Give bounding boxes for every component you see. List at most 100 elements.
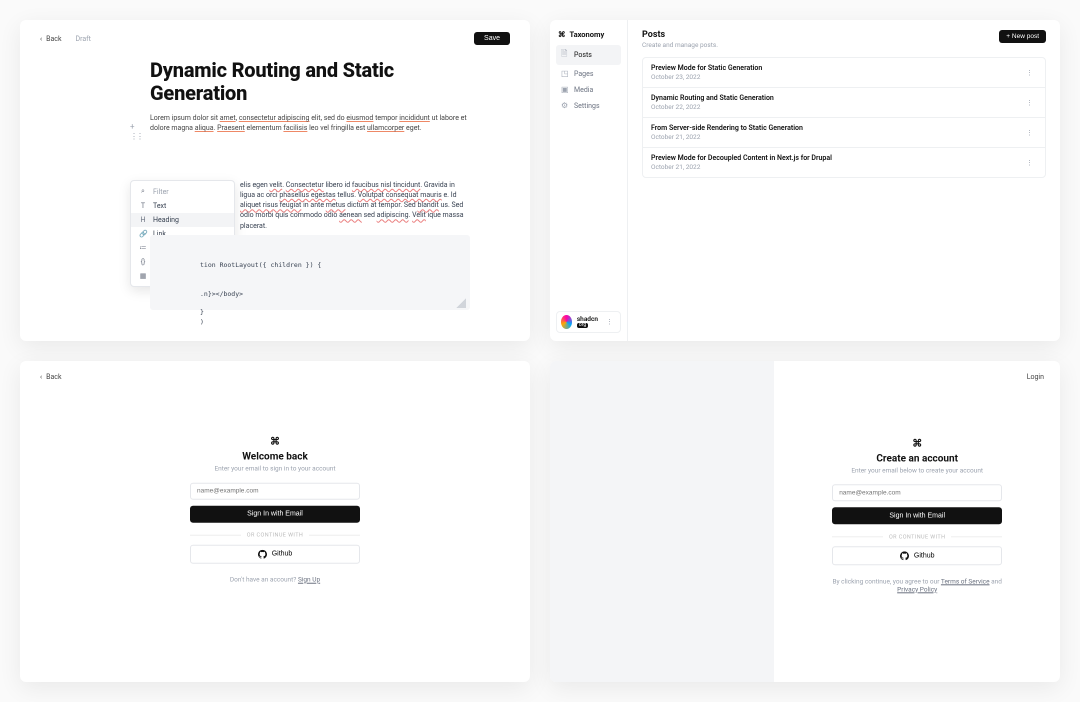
signup-screenshot: Login ⌘ Create an account Enter your ema…	[550, 361, 1060, 682]
brand[interactable]: ⌘ Taxonomy	[556, 28, 621, 45]
divider-label: OR CONTINUE WITH	[889, 534, 945, 540]
post-date: October 21, 2022	[651, 163, 832, 171]
search-icon: ⌕	[139, 187, 147, 196]
post-title: From Server-side Rendering to Static Gen…	[651, 124, 803, 132]
back-button[interactable]: ‹ Back	[40, 35, 62, 43]
signin-screenshot: ‹ Back ⌘ Welcome back Enter your email t…	[20, 361, 530, 682]
save-button[interactable]: Save	[474, 32, 510, 45]
more-vertical-icon[interactable]: ⋮	[603, 318, 616, 326]
github-icon	[258, 549, 267, 558]
signin-footer: Don't have an account? Sign Up	[190, 575, 360, 583]
add-block-icon[interactable]: +	[130, 123, 142, 131]
post-row[interactable]: Preview Mode for Static GenerationOctobe…	[643, 58, 1045, 88]
github-label: Github	[272, 550, 293, 557]
github-button[interactable]: Github	[190, 544, 360, 563]
signin-title: Welcome back	[190, 451, 360, 462]
privacy-link[interactable]: Privacy Policy	[897, 585, 937, 593]
post-title: Preview Mode for Decoupled Content in Ne…	[651, 154, 832, 162]
sidebar-item-label: Pages	[574, 70, 593, 78]
user-card[interactable]: shadcn org ⋮	[556, 311, 621, 333]
text-icon: T	[139, 202, 147, 210]
code-text[interactable]: tion RootLayout({ children }) { .n}></bo…	[200, 261, 420, 327]
github-icon	[900, 551, 909, 560]
paragraph-continuation[interactable]: elis egen velit. Consectetur libero id f…	[240, 180, 470, 231]
page-subtitle: Create and manage posts.	[642, 41, 718, 49]
sidebar: ⌘ Taxonomy 🗎 Posts ◳ Pages ▣Media ⚙ Settings s…	[550, 20, 628, 341]
signup-form: ⌘ Create an account Enter your email bel…	[832, 438, 1002, 593]
post-date: October 22, 2022	[651, 103, 774, 111]
table-icon: ▦	[139, 272, 147, 280]
sidebar-item-posts[interactable]: 🗎 Posts	[556, 45, 621, 65]
brand-label: Taxonomy	[570, 30, 605, 39]
posts-list: Preview Mode for Static GenerationOctobe…	[642, 57, 1046, 178]
status-text: Draft	[76, 35, 91, 43]
sidebar-item-label: Settings	[574, 102, 600, 110]
post-title[interactable]: Dynamic Routing and Static Generation	[150, 59, 470, 105]
heading-icon: H	[139, 216, 147, 224]
signup-link[interactable]: Sign Up	[298, 575, 320, 583]
post-title: Dynamic Routing and Static Generation	[651, 94, 774, 102]
sidebar-item-media[interactable]: ▣Media	[556, 82, 621, 97]
command-icon: ⌘	[558, 30, 566, 39]
link-icon: 🔗	[139, 230, 147, 238]
email-input[interactable]	[190, 482, 360, 499]
editor-screenshot: ‹ Back Draft Save Dynamic Routing and St…	[20, 20, 530, 341]
dashboard-screenshot: ⌘ Taxonomy 🗎 Posts ◳ Pages ▣Media ⚙ Settings s…	[550, 20, 1060, 341]
editor-topbar: ‹ Back Draft Save	[20, 20, 530, 45]
auth-divider: OR CONTINUE WITH	[832, 534, 1002, 540]
sidebar-nav: 🗎 Posts ◳ Pages ▣Media ⚙ Settings	[556, 45, 621, 113]
page-title: Posts	[642, 30, 718, 40]
tos-link[interactable]: Terms of Service	[941, 577, 990, 585]
signup-side-panel	[550, 361, 774, 682]
avatar	[561, 315, 572, 329]
command-icon: ⌘	[832, 438, 1002, 449]
sidebar-item-pages[interactable]: ◳ Pages	[556, 66, 621, 81]
login-link[interactable]: Login	[1027, 373, 1044, 381]
more-vertical-icon[interactable]: ⋮	[1022, 157, 1037, 169]
post-paragraph[interactable]: Lorem ipsum dolor sit amet, consectetur …	[150, 113, 470, 133]
footer-pre: Don't have an account?	[230, 575, 298, 583]
email-input[interactable]	[832, 484, 1002, 501]
footer-and: and	[990, 577, 1002, 585]
block-gutter: + ⋮⋮	[130, 123, 142, 141]
pages-icon: ◳	[561, 69, 569, 78]
sidebar-item-label: Posts	[574, 51, 592, 59]
post-date: October 21, 2022	[651, 133, 803, 141]
signup-title: Create an account	[832, 453, 1002, 464]
back-label: Back	[46, 373, 61, 381]
signup-email-button[interactable]: Sign In with Email	[832, 507, 1002, 524]
new-post-button[interactable]: + New post	[999, 30, 1046, 43]
code-block[interactable]: tion RootLayout({ children }) { .n}></bo…	[150, 235, 470, 310]
chevron-left-icon: ‹	[40, 35, 42, 43]
code-icon: {}	[139, 258, 147, 266]
resize-handle-icon[interactable]	[456, 298, 466, 308]
footer-pre: By clicking continue, you agree to our	[832, 577, 940, 585]
user-badge: org	[577, 323, 588, 329]
signin-email-button[interactable]: Sign In with Email	[190, 505, 360, 522]
drag-handle-icon[interactable]: ⋮⋮	[130, 133, 142, 141]
post-row[interactable]: Dynamic Routing and Static GenerationOct…	[643, 88, 1045, 118]
command-icon: ⌘	[190, 436, 360, 447]
posts-icon: 🗎	[561, 48, 569, 62]
post-row[interactable]: Preview Mode for Decoupled Content in Ne…	[643, 148, 1045, 177]
divider-label: OR CONTINUE WITH	[247, 532, 303, 538]
post-title: Preview Mode for Static Generation	[651, 64, 762, 72]
more-vertical-icon[interactable]: ⋮	[1022, 127, 1037, 139]
signin-subtitle: Enter your email to sign in to your acco…	[190, 464, 360, 472]
editor-content-area[interactable]: elis egen velit. Consectetur libero id f…	[150, 180, 470, 310]
auth-divider: OR CONTINUE WITH	[190, 532, 360, 538]
main-content: Posts Create and manage posts. + New pos…	[628, 20, 1060, 341]
chevron-left-icon: ‹	[40, 373, 42, 381]
post-row[interactable]: From Server-side Rendering to Static Gen…	[643, 118, 1045, 148]
github-button[interactable]: Github	[832, 546, 1002, 565]
more-vertical-icon[interactable]: ⋮	[1022, 67, 1037, 79]
back-label: Back	[46, 35, 61, 43]
sidebar-item-settings[interactable]: ⚙ Settings	[556, 98, 621, 113]
signup-footer: By clicking continue, you agree to our T…	[832, 577, 1002, 593]
post-date: October 23, 2022	[651, 73, 762, 81]
back-button[interactable]: ‹ Back	[40, 373, 62, 381]
settings-icon: ⚙	[561, 101, 569, 110]
github-label: Github	[914, 552, 935, 559]
more-vertical-icon[interactable]: ⋮	[1022, 97, 1037, 109]
signin-form: ⌘ Welcome back Enter your email to sign …	[190, 436, 360, 583]
